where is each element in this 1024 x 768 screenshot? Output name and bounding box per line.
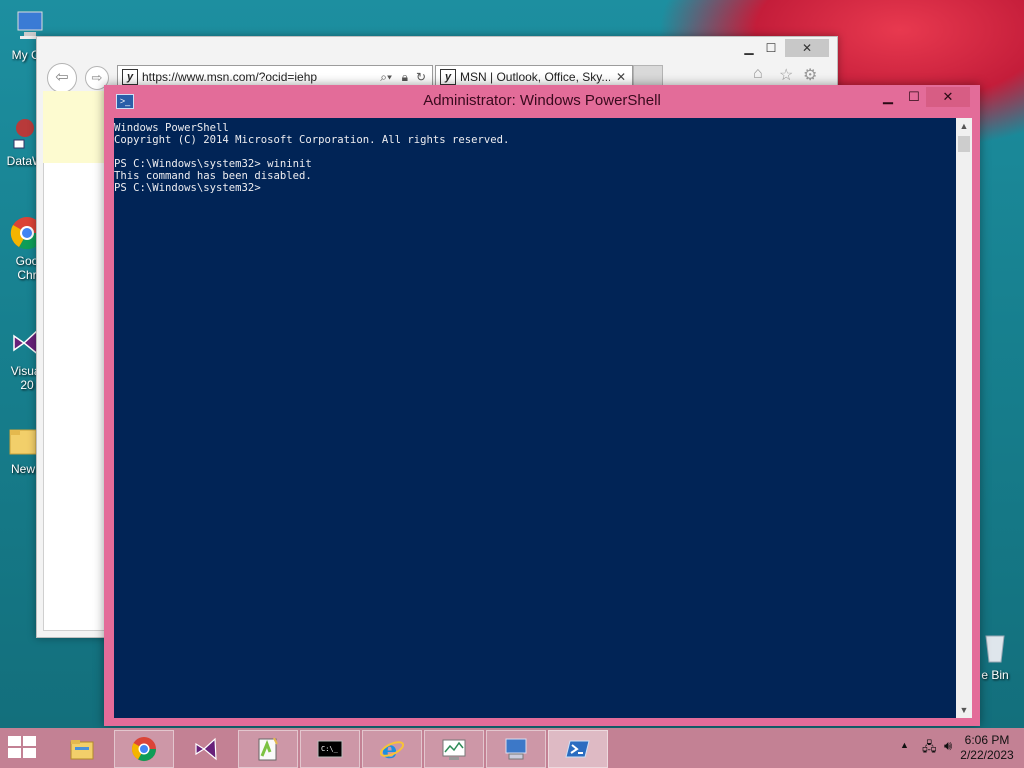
ps-close-button[interactable]: ✕ <box>926 87 970 107</box>
console-line: Windows PowerShell <box>114 122 229 134</box>
resource-monitor-icon <box>441 736 467 762</box>
taskbar-remote-desktop[interactable] <box>486 730 546 768</box>
taskbar-resource-monitor[interactable] <box>424 730 484 768</box>
favorites-star-icon[interactable]: ☆ <box>779 65 793 85</box>
taskbar-command-prompt[interactable]: C:\_ <box>300 730 360 768</box>
visual-studio-icon <box>193 736 219 762</box>
powershell-console[interactable]: Windows PowerShell Copyright (C) 2014 Mi… <box>114 118 956 718</box>
internet-explorer-icon: e <box>379 735 405 764</box>
ie-page-banner <box>43 91 109 163</box>
svg-text:C:\_: C:\_ <box>321 745 339 753</box>
desktop: My Co DataW Goo Chr Visual 20 New e Bin … <box>0 0 1024 728</box>
powershell-title-bar[interactable]: >_ Administrator: Windows PowerShell ▁ ☐… <box>104 85 980 117</box>
taskbar-visual-studio[interactable] <box>176 730 236 768</box>
window-title: Administrator: Windows PowerShell <box>423 92 661 109</box>
console-line: PS C:\Windows\system32> wininit <box>114 158 312 170</box>
taskbar-google-chrome[interactable] <box>114 730 174 768</box>
msn-favicon-icon: y <box>440 69 456 85</box>
network-icon[interactable]: 🖧 <box>922 738 937 760</box>
show-hidden-icons-icon[interactable]: ▲ <box>900 740 909 750</box>
console-line: This command has been disabled. <box>114 170 312 182</box>
recycle-bin-icon <box>978 630 1012 664</box>
powershell-icon <box>565 736 591 762</box>
folder-icon <box>6 424 40 458</box>
powershell-window[interactable]: >_ Administrator: Windows PowerShell ▁ ☐… <box>104 85 980 726</box>
home-icon[interactable]: ⌂ <box>753 65 763 83</box>
vertical-scrollbar[interactable]: ▲ ▼ <box>956 118 972 718</box>
notepad-plus-plus-icon <box>255 736 281 762</box>
taskbar-file-explorer[interactable] <box>52 730 112 768</box>
taskbar: C:\_ e ▲ 🖧 🔊︎ 6:06 PM 2/22/2023 <box>0 728 1024 768</box>
command-prompt-icon: C:\_ <box>317 736 343 762</box>
volume-icon[interactable]: 🔊︎ <box>944 738 952 754</box>
ie-close-button[interactable]: ✕ <box>785 39 829 57</box>
msn-favicon-icon: y <box>122 69 138 85</box>
system-tray: ▲ 🖧 🔊︎ 6:06 PM 2/22/2023 <box>874 728 1024 768</box>
powershell-icon: >_ <box>116 94 134 109</box>
settings-gear-icon[interactable]: ⚙ <box>803 65 817 85</box>
taskbar-internet-explorer[interactable]: e <box>362 730 422 768</box>
scroll-down-arrow-icon[interactable]: ▼ <box>956 702 972 718</box>
back-arrow-icon[interactable]: ⇦ <box>47 63 77 93</box>
file-explorer-icon <box>69 736 95 762</box>
chrome-icon <box>131 736 157 762</box>
console-output: Windows PowerShell Copyright (C) 2014 Mi… <box>114 118 956 194</box>
taskbar-notepad-plus-plus[interactable] <box>238 730 298 768</box>
console-line: Copyright (C) 2014 Microsoft Corporation… <box>114 134 510 146</box>
clock-time: 6:06 PM <box>964 733 1010 747</box>
console-prompt-line: PS C:\Windows\system32> <box>114 182 261 194</box>
scrollbar-thumb[interactable] <box>958 136 970 152</box>
taskbar-powershell[interactable] <box>548 730 608 768</box>
start-button[interactable] <box>8 736 38 760</box>
clock-date: 2/22/2023 <box>960 748 1014 762</box>
scroll-up-arrow-icon[interactable]: ▲ <box>956 118 972 134</box>
remote-desktop-icon <box>503 736 529 762</box>
clock[interactable]: 6:06 PM 2/22/2023 <box>952 733 1022 763</box>
